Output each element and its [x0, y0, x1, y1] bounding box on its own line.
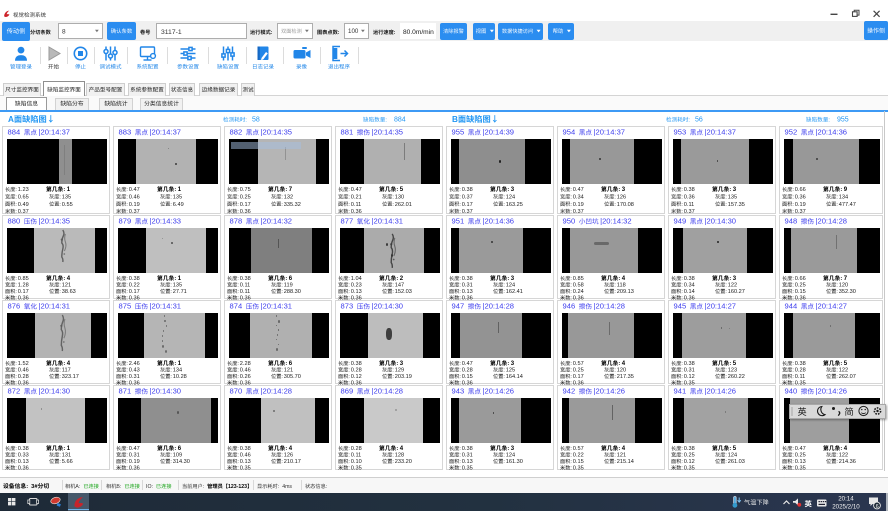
svg-text::: :	[385, 118, 387, 124]
svg-text::: :	[245, 118, 247, 124]
svg-text:56: 56	[695, 117, 703, 124]
svg-text::: :	[828, 118, 830, 124]
svg-text:884: 884	[394, 117, 406, 124]
svg-text:A: A	[8, 115, 14, 124]
svg-text:955: 955	[837, 117, 849, 124]
svg-text:58: 58	[252, 117, 260, 124]
svg-text::: :	[688, 118, 690, 124]
svg-text:B: B	[452, 115, 458, 124]
